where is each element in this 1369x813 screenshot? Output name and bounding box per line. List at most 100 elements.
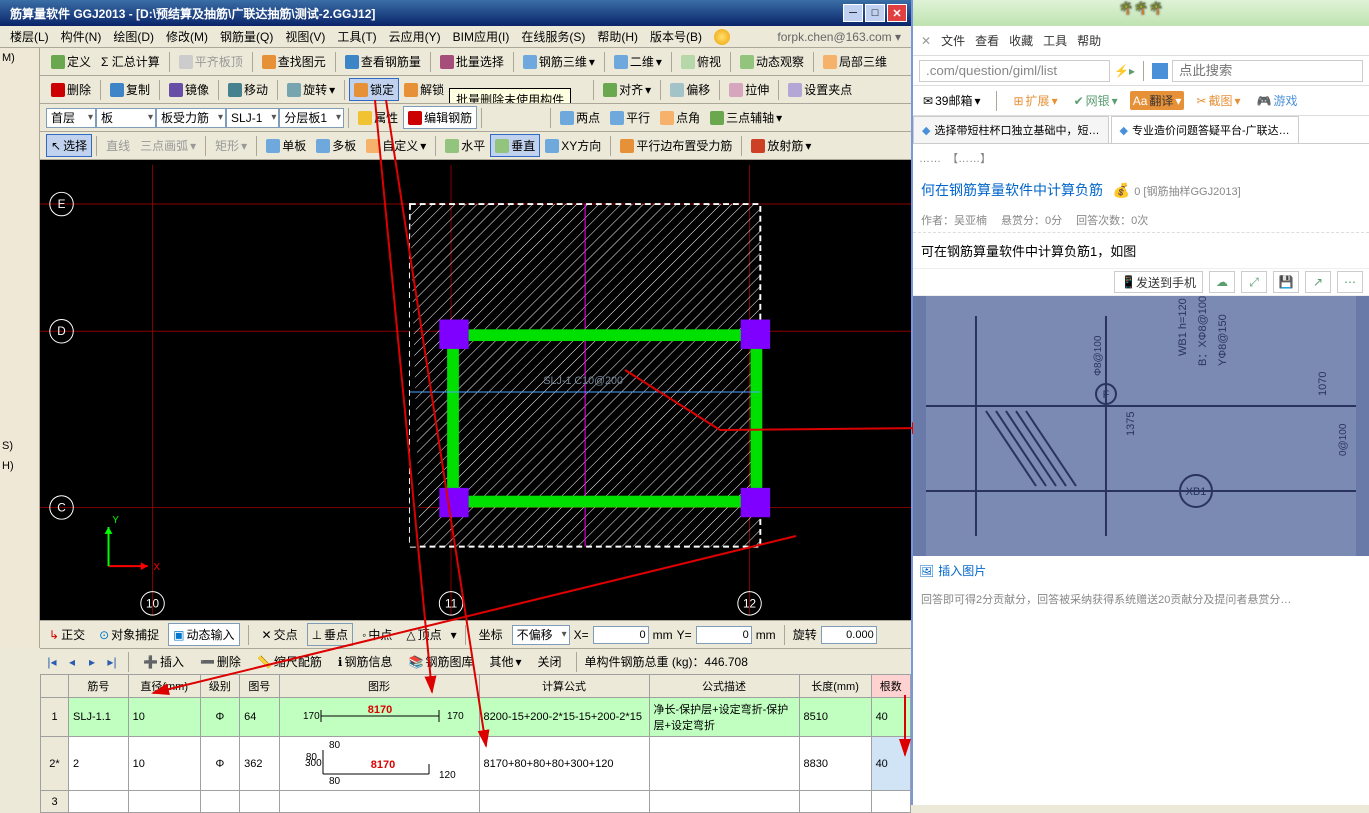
menu-cloud[interactable]: 云应用(Y) [383, 26, 447, 47]
cell-shape[interactable]: 170 8170 170 [279, 698, 479, 737]
br-tool[interactable]: 工具 [1043, 32, 1067, 49]
col-len[interactable]: 长度(mm) [799, 675, 871, 698]
single-board[interactable]: 单板 [261, 134, 311, 157]
close-button[interactable]: ✕ [887, 4, 907, 22]
grid-insert[interactable]: ➕插入 [137, 651, 190, 672]
col-desc[interactable]: 公式描述 [649, 675, 799, 698]
shot-button[interactable]: ✂截图▾ [1192, 90, 1244, 111]
grid-other[interactable]: 其他▾ [483, 651, 527, 672]
arc3-tool[interactable]: 三点画弧▾ [135, 134, 201, 157]
sub-dropdown[interactable]: 板受力筋 [156, 108, 226, 128]
horiz-button[interactable]: 水平 [440, 134, 490, 157]
floor-dropdown[interactable]: 首层 [46, 108, 96, 128]
user-label[interactable]: forpk.chen@163.com ▾ [777, 30, 907, 44]
col-grade[interactable]: 级别 [200, 675, 239, 698]
xy-button[interactable]: XY方向 [540, 134, 606, 157]
cell-len[interactable]: 8510 [799, 698, 871, 737]
cloud-icon[interactable]: ☁ [1209, 271, 1235, 293]
col-code[interactable]: 筋号 [69, 675, 129, 698]
ortho-toggle[interactable]: ↳正交 [44, 623, 90, 646]
cell-code[interactable]: 2 [69, 737, 129, 791]
table-row[interactable]: 1SLJ-1.110Φ64170 8170 1708200-15+200-2*1… [41, 698, 911, 737]
minimize-button[interactable]: ─ [843, 4, 863, 22]
tab-1[interactable]: ◆选择带短柱杯口独立基础中，短… [913, 116, 1108, 143]
drawing-canvas[interactable]: E D C 10 11 12 [40, 160, 911, 620]
menu-draw[interactable]: 绘图(D) [107, 26, 160, 47]
save-icon[interactable]: 💾 [1273, 271, 1299, 293]
grid-close[interactable]: 关闭 [532, 651, 568, 672]
grid-delete[interactable]: ➖删除 [194, 651, 247, 672]
cell-formula[interactable]: 8170+80+80+80+300+120 [479, 737, 649, 791]
batch-select-button[interactable]: 批量选择 [435, 50, 509, 73]
nav-first[interactable]: |◂ [44, 654, 60, 670]
offset-dropdown[interactable]: 不偏移 [512, 625, 570, 645]
item-dropdown[interactable]: SLJ-1 [226, 108, 279, 128]
delete-button[interactable]: 删除 [46, 78, 96, 101]
cell-code[interactable] [69, 791, 129, 813]
paredge-button[interactable]: 平行边布置受力筋 [615, 134, 737, 157]
copy-button[interactable]: 复制 [105, 78, 155, 101]
cell-formula[interactable]: 8200-15+200-2*15-15+200-2*15 [479, 698, 649, 737]
vert-button[interactable]: 垂直 [490, 134, 540, 157]
cell-grade[interactable]: Φ [200, 698, 239, 737]
rebar-3d-button[interactable]: 钢筋三维▾ [518, 50, 600, 73]
stretch-button[interactable]: 拉伸 [724, 78, 774, 101]
cell-dia[interactable] [128, 791, 200, 813]
grid-scale[interactable]: 📏缩尺配筋 [251, 651, 328, 672]
orbit-button[interactable]: 动态观察 [735, 50, 809, 73]
cell-cnt[interactable]: 40 [871, 737, 910, 791]
viewbar-button[interactable]: 查看钢筋量 [340, 50, 426, 73]
col-tuno[interactable]: 图号 [240, 675, 279, 698]
menu-rebar[interactable]: 钢筋量(Q) [214, 26, 279, 47]
dyn-toggle[interactable]: ▣动态输入 [168, 623, 239, 646]
menu-tool[interactable]: 工具(T) [331, 26, 382, 47]
col-shape[interactable]: 图形 [279, 675, 479, 698]
menu-version[interactable]: 版本号(B) [644, 26, 708, 47]
menu-online[interactable]: 在线服务(S) [515, 26, 591, 47]
mid-snap[interactable]: ◦中点 [357, 623, 397, 646]
menu-modify[interactable]: 修改(M) [160, 26, 214, 47]
maximize-button[interactable]: □ [865, 4, 885, 22]
findmap-button[interactable]: 查找图元 [257, 50, 331, 73]
cell-cnt[interactable]: 40 [871, 698, 910, 737]
offset-button[interactable]: 偏移 [665, 78, 715, 101]
cell-shape[interactable] [279, 791, 479, 813]
rebar-grid[interactable]: 筋号 直径(mm) 级别 图号 图形 计算公式 公式描述 长度(mm) 根数 1… [40, 674, 911, 813]
search-input[interactable] [1172, 60, 1363, 82]
perp-snap[interactable]: ⊥垂点 [307, 623, 353, 646]
custom-board[interactable]: 自定义▾ [361, 134, 431, 157]
cell-len[interactable]: 8830 [799, 737, 871, 791]
url-input[interactable] [919, 60, 1110, 82]
expand-icon[interactable]: ⤢ [1241, 271, 1267, 293]
cell-len[interactable] [799, 791, 871, 813]
cell-dia[interactable]: 10 [128, 737, 200, 791]
cell-shape[interactable]: 300 8080 80 8170 120 [279, 737, 479, 791]
cell-formula[interactable] [479, 791, 649, 813]
br-view[interactable]: 查看 [975, 32, 999, 49]
rot-input[interactable] [821, 626, 877, 644]
menu-help[interactable]: 帮助(H) [591, 26, 644, 47]
share-icon[interactable]: ↗ [1305, 271, 1331, 293]
pointangle-button[interactable]: 点角 [655, 106, 705, 129]
cell-desc[interactable] [649, 737, 799, 791]
table-row[interactable]: 3 [41, 791, 911, 813]
table-row[interactable]: 2*210Φ362300 8080 80 8170 1208170+80+80+… [41, 737, 911, 791]
cell-desc[interactable] [649, 791, 799, 813]
col-dia[interactable]: 直径(mm) [128, 675, 200, 698]
tab-2[interactable]: ◆专业造价问题答疑平台-广联达… [1111, 116, 1299, 143]
inter-snap[interactable]: ✕交点 [257, 623, 303, 646]
comp-dropdown[interactable]: 板 [96, 108, 156, 128]
twopoint-button[interactable]: 两点 [555, 106, 605, 129]
paw-icon[interactable] [1152, 63, 1168, 79]
attr-button[interactable]: 属性 [353, 106, 403, 129]
lock-button[interactable]: 锁定 [349, 78, 399, 101]
send-phone[interactable]: 📱发送到手机 [1114, 271, 1203, 293]
define-button[interactable]: 定义 [46, 50, 96, 73]
question-title[interactable]: 何在钢筋算量软件中计算负筋 💰 0 [钢筋抽样GGJ2013] [913, 172, 1369, 208]
nav-last[interactable]: ▸| [104, 654, 120, 670]
radial-button[interactable]: 放射筋▾ [746, 134, 816, 157]
topview-button[interactable]: 俯视 [676, 50, 726, 73]
cell-code[interactable]: SLJ-1.1 [69, 698, 129, 737]
attachment-image[interactable]: F XB1 WB1 h=120 B：XΦ8@100 YΦ8@150 Φ8@100… [913, 296, 1369, 556]
br-fav[interactable]: 收藏 [1009, 32, 1033, 49]
